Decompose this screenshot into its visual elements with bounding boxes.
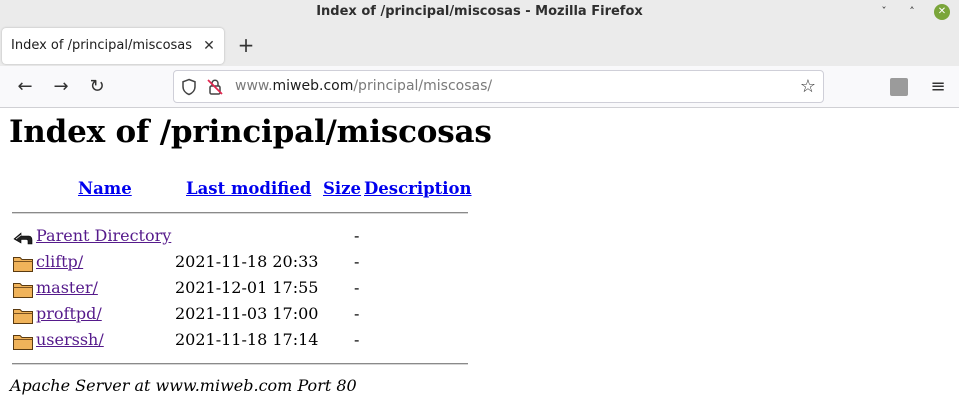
- minimize-icon[interactable]: ˇ: [876, 4, 892, 20]
- folder-icon: [13, 257, 33, 272]
- new-tab-icon[interactable]: +: [234, 33, 258, 57]
- column-header-size[interactable]: Size: [323, 179, 361, 198]
- list-item: proftpd/ 2021-11-03 17:00 -: [9, 302, 469, 328]
- column-header-name[interactable]: Name: [78, 179, 132, 198]
- entry-modified: 2021-12-01 17:55: [175, 278, 319, 297]
- entry-size: -: [354, 252, 360, 271]
- tab-active[interactable]: Index of /principal/miscosas ✕: [2, 28, 224, 64]
- tab-strip: Index of /principal/miscosas ✕ +: [0, 24, 959, 66]
- entry-name[interactable]: userssh/: [36, 330, 104, 349]
- reload-icon[interactable]: ↻: [85, 75, 109, 99]
- entry-name[interactable]: cliftp/: [36, 252, 83, 271]
- window-titlebar: Index of /principal/miscosas - Mozilla F…: [0, 0, 959, 24]
- url-text[interactable]: www.miweb.com/principal/miscosas/: [235, 71, 492, 102]
- folder-icon: [13, 335, 33, 350]
- entry-name[interactable]: master/: [36, 278, 98, 297]
- tab-label: Index of /principal/miscosas: [11, 38, 193, 53]
- entry-name[interactable]: proftpd/: [36, 304, 102, 323]
- parent-directory-icon: [13, 232, 33, 245]
- back-icon[interactable]: ←: [13, 75, 37, 99]
- page-content: Index of /principal/miscosas Name Last m…: [0, 108, 959, 403]
- page-title: Index of /principal/miscosas: [9, 114, 492, 150]
- footer-divider: [12, 363, 468, 365]
- close-window-icon[interactable]: ✕: [934, 4, 950, 20]
- entry-size: -: [354, 304, 360, 323]
- hamburger-menu-icon[interactable]: ≡: [927, 75, 949, 99]
- url-prefix: www.: [235, 78, 273, 94]
- server-signature: Apache Server at www.miweb.com Port 80: [10, 376, 357, 395]
- folder-icon: [13, 283, 33, 298]
- list-item: userssh/ 2021-11-18 17:14 -: [9, 328, 469, 354]
- account-icon[interactable]: [890, 78, 908, 96]
- entry-modified: 2021-11-18 17:14: [175, 330, 319, 349]
- shield-icon[interactable]: [180, 78, 198, 96]
- folder-icon: [13, 309, 33, 324]
- column-header-description[interactable]: Description: [364, 179, 472, 198]
- list-item: cliftp/ 2021-11-18 20:33 -: [9, 250, 469, 276]
- entry-size: -: [354, 226, 360, 245]
- navigation-toolbar: ← → ↻ www.miweb.com/principal/miscosas/ …: [0, 66, 959, 108]
- tab-close-icon[interactable]: ✕: [200, 37, 218, 55]
- entry-name[interactable]: Parent Directory: [36, 226, 171, 245]
- url-bar[interactable]: www.miweb.com/principal/miscosas/ ☆: [173, 70, 824, 103]
- column-header-last-modified[interactable]: Last modified: [186, 179, 311, 198]
- entry-size: -: [354, 330, 360, 349]
- bookmark-star-icon[interactable]: ☆: [798, 77, 818, 97]
- window-title: Index of /principal/miscosas - Mozilla F…: [316, 4, 643, 19]
- url-path: /principal/miscosas/: [353, 78, 493, 94]
- forward-icon[interactable]: →: [49, 75, 73, 99]
- list-item: master/ 2021-12-01 17:55 -: [9, 276, 469, 302]
- header-divider: [12, 212, 468, 214]
- entry-modified: 2021-11-03 17:00: [175, 304, 319, 323]
- list-item-parent-directory: Parent Directory -: [9, 224, 469, 250]
- entry-modified: 2021-11-18 20:33: [175, 252, 319, 271]
- entry-size: -: [354, 278, 360, 297]
- url-host: miweb.com: [272, 78, 354, 94]
- insecure-lock-icon[interactable]: [206, 78, 224, 96]
- maximize-icon[interactable]: ˄: [904, 4, 920, 20]
